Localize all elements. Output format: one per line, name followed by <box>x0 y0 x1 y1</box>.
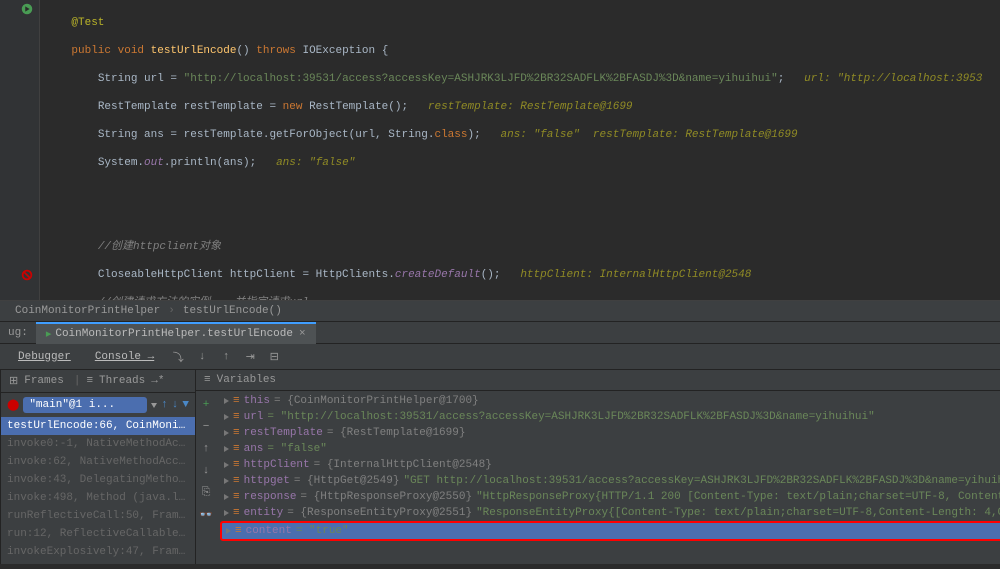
chevron-right-icon: › <box>168 305 175 317</box>
variable-item[interactable]: ≡ content = "true" <box>220 521 1000 541</box>
variable-name: entity <box>244 507 284 519</box>
test-annotation: @Test <box>71 17 104 29</box>
variable-icon: ≡ <box>233 507 240 519</box>
variables-list: ≡ this = {CoinMonitorPrintHelper@1700} ≡ ur… <box>220 391 1000 541</box>
add-watch-icon[interactable]: + <box>196 395 216 415</box>
thread-selector[interactable]: ⬤ "main"@1 i... ↑ ↓ ▼ <box>1 393 195 417</box>
threads-icon: ≡ <box>86 375 93 387</box>
glasses-icon[interactable]: 👓 <box>196 505 216 525</box>
variable-name: httpClient <box>244 459 310 471</box>
breakpoint-error-icon[interactable] <box>20 268 34 282</box>
variable-item[interactable]: ≡ this = {CoinMonitorPrintHelper@1700} <box>220 393 1000 409</box>
variables-panel: ≡ Variables + − ↑ ↓ ⎘ 👓 ≡ this = {CoinMon… <box>196 370 1000 564</box>
variable-item[interactable]: ≡ ans = "false" <box>220 441 1000 457</box>
prev-frame-icon[interactable]: ↑ <box>161 399 168 411</box>
variable-item[interactable]: ≡httpget = {HttpGet@2549} "GET http://lo… <box>220 473 1000 489</box>
expand-arrow-icon[interactable] <box>224 478 229 484</box>
evaluate-icon[interactable]: ⊟ <box>264 347 284 367</box>
frames-header[interactable]: ⊞ Frames | ≡ Threads →* <box>1 370 195 393</box>
frame-item[interactable]: invokeExplosively:47, Framework <box>1 543 195 561</box>
run-to-cursor-icon[interactable]: ⇥ <box>240 347 260 367</box>
frame-item[interactable]: runReflectiveCall:50, Frameworkl <box>1 507 195 525</box>
expand-arrow-icon[interactable] <box>224 462 229 468</box>
next-frame-icon[interactable]: ↓ <box>172 399 179 411</box>
variable-item[interactable]: ≡entity = {ResponseEntityProxy@2551} "Re… <box>220 505 1000 521</box>
frame-item[interactable]: invoke:62, NativeMethodAcces <box>1 453 195 471</box>
variable-name: url <box>244 411 264 423</box>
pause-icon: ⬤ <box>7 398 19 412</box>
variable-item[interactable]: ≡response = {HttpResponseProxy@2550} "Ht… <box>220 489 1000 505</box>
test-icon: ▸ <box>46 327 52 341</box>
frame-item[interactable]: invoke0:-1, NativeMethodAcces <box>1 435 195 453</box>
method-name: testUrlEncode <box>151 45 237 57</box>
frame-item[interactable]: invoke:498, Method (java.lang.re <box>1 489 195 507</box>
variable-name: ans <box>244 443 264 455</box>
down-icon[interactable]: ↓ <box>196 461 216 481</box>
variable-icon: ≡ <box>233 427 240 439</box>
remove-watch-icon[interactable]: − <box>196 417 216 437</box>
inline-value: url: "http://localhost:3953 <box>804 73 982 85</box>
frames-list: testUrlEncode:66, CoinMonitorP invoke0:-… <box>1 417 195 561</box>
step-into-icon[interactable]: ↓ <box>192 347 212 367</box>
expand-arrow-icon[interactable] <box>226 528 231 534</box>
funnel-icon[interactable]: ▼ <box>182 399 189 411</box>
variable-icon: ≡ <box>235 525 242 537</box>
variable-value: = "false" <box>267 443 326 455</box>
variable-value: = {RestTemplate@1699} <box>327 427 466 439</box>
expand-arrow-icon[interactable] <box>224 510 229 516</box>
tool-window-label: ug: <box>0 327 36 339</box>
up-icon[interactable]: ↑ <box>196 439 216 459</box>
expand-arrow-icon[interactable] <box>224 494 229 500</box>
variable-value: = "http://localhost:39531/access?accessK… <box>267 411 874 423</box>
frame-item[interactable]: invoke:43, DelegatingMethodAcc <box>1 471 195 489</box>
variables-toolbar: + − ↑ ↓ ⎘ 👓 <box>196 391 218 525</box>
variable-name: response <box>244 491 297 503</box>
frames-icon: ⊞ <box>9 374 18 388</box>
frame-item[interactable]: testUrlEncode:66, CoinMonitorP <box>1 417 195 435</box>
variable-name: httpget <box>244 475 290 487</box>
expand-arrow-icon[interactable] <box>224 398 229 404</box>
variable-item[interactable]: ≡ httpClient = {InternalHttpClient@2548} <box>220 457 1000 473</box>
expand-arrow-icon[interactable] <box>224 446 229 452</box>
expand-arrow-icon[interactable] <box>224 430 229 436</box>
variable-icon: ≡ <box>233 475 240 487</box>
variables-icon: ≡ <box>204 374 211 386</box>
variable-icon: ≡ <box>233 459 240 471</box>
console-subtab[interactable]: Console → <box>85 348 164 366</box>
code-editor[interactable]: @Test public void testUrlEncode() throws… <box>0 0 1000 300</box>
close-icon[interactable]: × <box>299 328 306 340</box>
test-run-icon[interactable] <box>20 2 34 16</box>
debug-tab[interactable]: ▸ CoinMonitorPrintHelper.testUrlEncode × <box>36 322 316 344</box>
expand-arrow-icon[interactable] <box>224 414 229 420</box>
frames-panel: ⊞ Frames | ≡ Threads →* ⬤ "main"@1 i... … <box>1 370 196 564</box>
copy-icon[interactable]: ⎘ <box>196 483 216 503</box>
frame-item[interactable]: run:12, ReflectiveCallable (org.ju <box>1 525 195 543</box>
variable-item[interactable]: ≡ restTemplate = {RestTemplate@1699} <box>220 425 1000 441</box>
variable-icon: ≡ <box>233 411 240 423</box>
debug-toolbar: Debugger Console → ⤵ ↓ ↑ ⇥ ⊟ <box>0 344 1000 370</box>
variable-item[interactable]: ≡ url = "http://localhost:39531/access?ac… <box>220 409 1000 425</box>
variable-value: = {InternalHttpClient@2548} <box>314 459 492 471</box>
variable-value: = {CoinMonitorPrintHelper@1700} <box>274 395 479 407</box>
variables-header[interactable]: ≡ Variables <box>196 370 1000 391</box>
step-over-icon[interactable]: ⤵ <box>168 347 188 367</box>
variable-icon: ≡ <box>233 395 240 407</box>
variable-icon: ≡ <box>233 443 240 455</box>
debug-tab-bar: ug: ▸ CoinMonitorPrintHelper.testUrlEnco… <box>0 322 1000 344</box>
variable-value: = "true" <box>296 525 349 537</box>
breadcrumb[interactable]: CoinMonitorPrintHelper › testUrlEncode() <box>0 300 1000 322</box>
variable-value: = {HttpGet@2549} <box>294 475 400 487</box>
variable-name: content <box>246 525 292 537</box>
breadcrumb-class[interactable]: CoinMonitorPrintHelper <box>15 305 160 317</box>
dropdown-icon[interactable] <box>151 403 157 408</box>
variable-value: = {ResponseEntityProxy@2551} <box>287 507 472 519</box>
variable-icon: ≡ <box>233 491 240 503</box>
variable-name: this <box>244 395 270 407</box>
step-out-icon[interactable]: ↑ <box>216 347 236 367</box>
editor-gutter <box>0 0 40 300</box>
variable-value: = {HttpResponseProxy@2550} <box>300 491 472 503</box>
variable-name: restTemplate <box>244 427 323 439</box>
breadcrumb-method[interactable]: testUrlEncode() <box>183 305 282 317</box>
debugger-subtab[interactable]: Debugger <box>8 348 81 366</box>
